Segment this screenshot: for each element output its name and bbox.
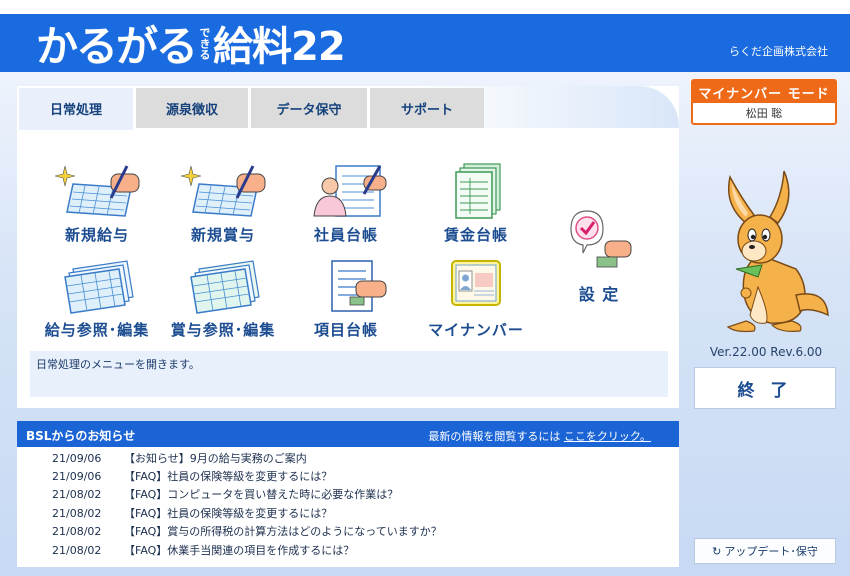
exit-label: 終 了 [737,380,793,401]
update-label: アップデート･保守 [724,545,818,558]
ledger-stack-icon [455,163,501,219]
settings-label: 設 定 [578,285,620,304]
news-date: 21/09/06 [52,470,102,483]
pen-sheet-sparkle-icon [54,165,140,217]
tab-label: 日常処理 [49,102,102,118]
settings-button[interactable]: 設 定 [560,205,638,305]
salary-view-edit-button[interactable]: 給与参照･編集 [42,257,152,347]
id-card-icon [451,260,501,306]
bonus-view-edit-button[interactable]: 賞与参照･編集 [168,257,278,347]
menu-label: 賞与参照･編集 [170,321,276,339]
sheet-stack-icon [190,260,260,314]
settings-check-icon [570,210,632,268]
news-item[interactable]: 21/08/02 【FAQ】コンピュータを買い替えた時に必要な作業は？ [52,486,398,504]
employee-ledger-button[interactable]: 社員台帳 [291,162,401,252]
news-date: 21/08/02 [52,488,102,501]
new-bonus-button[interactable]: 新規賞与 [168,162,278,252]
company-name: らくだ企画株式会社 [729,45,828,58]
person-sheet-icon [313,165,387,217]
tab-data-maintenance[interactable]: データ保守 [251,88,367,128]
tab-daily[interactable]: 日常処理 [19,88,133,130]
hand-stamp-sheet-icon [331,260,387,312]
news-text: 【FAQ】休業手当関連の項目を作成するには？ [124,544,355,557]
news-date: 21/08/02 [52,525,102,538]
menu-label: 項目台帳 [313,321,378,339]
menu-label: 新規給与 [64,226,129,244]
news-link-area: 最新の情報を閲覧するには ここをクリック。 [428,428,651,444]
logo-sub-text: できる [198,26,212,60]
menu-label: マイナンバー [428,321,524,339]
tab-label: サポート [400,102,453,118]
current-user-name: 松田 聡 [745,107,783,120]
news-text: 【FAQ】社員の保険等級を変更するには？ [124,507,333,520]
refresh-icon: ↻ [712,544,722,558]
pen-sheet-sparkle-icon [180,165,266,217]
menu-label: 給与参照･編集 [44,321,150,339]
wage-ledger-button[interactable]: 賃金台帳 [421,162,531,252]
logo-product-text: 給料22 [213,24,346,70]
kangaroo-mascot [726,170,829,333]
news-item[interactable]: 21/09/06 【お知らせ】9月の給与実務のご案内 [52,450,307,468]
menu-description-box: 日常処理のメニューを開きます。 [30,351,668,397]
news-date: 21/08/02 [52,507,102,520]
news-text: 【FAQ】コンピュータを買い替えた時に必要な作業は？ [124,488,399,501]
menu-label: 新規賞与 [190,226,255,244]
news-date: 21/09/06 [52,452,102,465]
version-label: Ver.22.00 Rev.6.00 [709,345,823,359]
news-link-prefix: 最新の情報を閲覧するには [428,430,561,443]
news-date: 21/08/02 [52,544,102,557]
news-item[interactable]: 21/08/02 【FAQ】賞与の所得税の計算方法はどのようになっていますか？ [52,523,442,541]
logo-main-text: かるがる [36,21,198,71]
news-latest-link[interactable]: ここをクリック。 [564,430,651,443]
news-item[interactable]: 21/08/02 【FAQ】社員の保険等級を変更するには？ [52,505,332,523]
menu-label: 賃金台帳 [443,226,508,244]
news-title: BSLからのお知らせ [26,429,136,443]
menu-description: 日常処理のメニューを開きます。 [36,358,200,371]
exit-button[interactable]: 終 了 [694,367,836,409]
tab-label: 源泉徴収 [165,102,218,118]
menu-label: 社員台帳 [313,226,378,244]
update-maintenance-button[interactable]: ↻ アップデート･保守 [694,538,836,564]
news-text: 【FAQ】賞与の所得税の計算方法はどのようになっていますか？ [124,525,442,538]
news-header: BSLからのお知らせ 最新の情報を閲覧するには ここをクリック。 [17,421,679,447]
my-number-button[interactable]: マイナンバー [421,257,531,347]
news-item[interactable]: 21/08/02 【FAQ】休業手当関連の項目を作成するには？ [52,542,354,560]
tab-withholding[interactable]: 源泉徴収 [136,88,248,128]
sheet-stack-icon [64,260,134,314]
mynumber-mode-label: マイナンバー モード [693,81,835,103]
tab-support[interactable]: サポート [370,88,484,128]
mynumber-mode-button[interactable]: マイナンバー モード 松田 聡 [691,79,837,125]
app-logo: かるがる できる 給料22 [36,18,346,71]
new-salary-button[interactable]: 新規給与 [42,162,152,252]
news-text: 【お知らせ】9月の給与実務のご案内 [124,452,307,465]
news-item[interactable]: 21/09/06 【FAQ】社員の保険等級を変更するには？ [52,468,332,486]
item-ledger-button[interactable]: 項目台帳 [291,257,401,347]
news-text: 【FAQ】社員の保険等級を変更するには？ [124,470,333,483]
tab-label: データ保守 [276,102,342,118]
